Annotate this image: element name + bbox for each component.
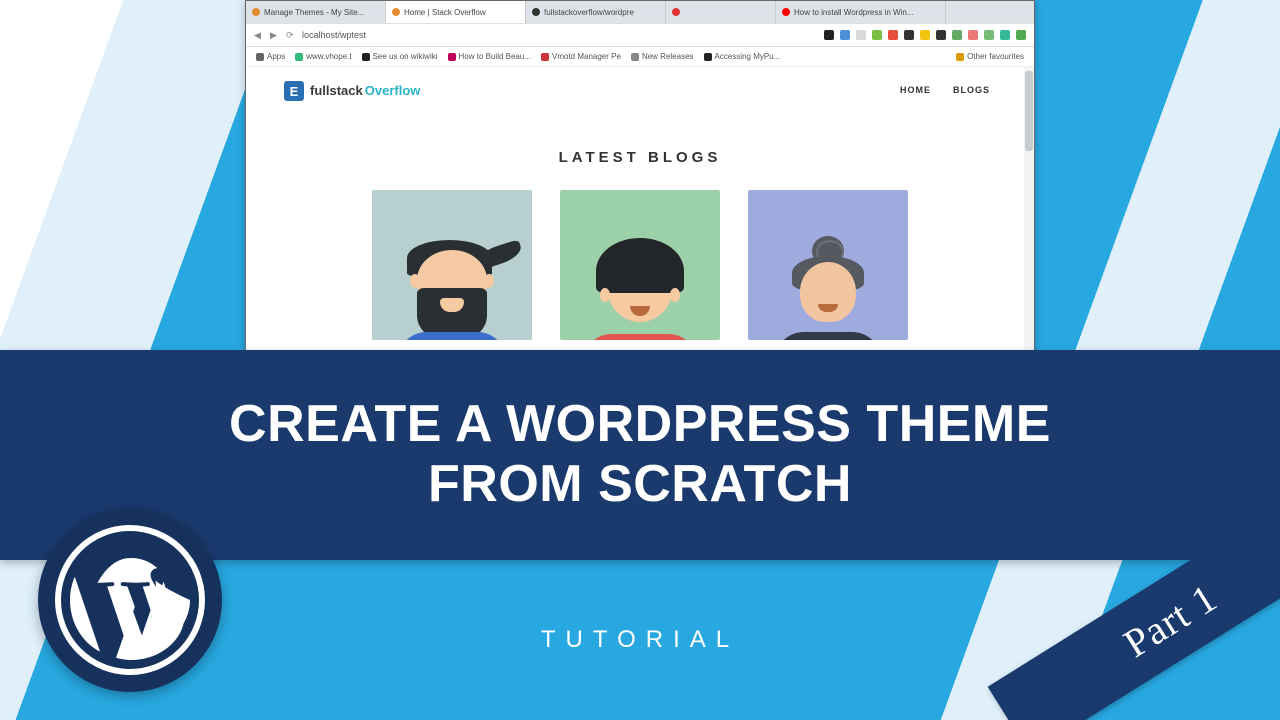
main-title-line1: CREATE A WORDPRESS THEME <box>229 395 1051 453</box>
thumbnail-stage: Manage Themes - My Site... Home | Stack … <box>0 0 1280 720</box>
main-title-line2: FROM SCRATCH <box>428 455 852 513</box>
main-title: CREATE A WORDPRESS THEME FROM SCRATCH <box>229 395 1051 515</box>
tutorial-label: TUTORIAL <box>541 626 739 654</box>
wordpress-badge <box>38 508 222 692</box>
wordpress-icon <box>55 525 205 675</box>
